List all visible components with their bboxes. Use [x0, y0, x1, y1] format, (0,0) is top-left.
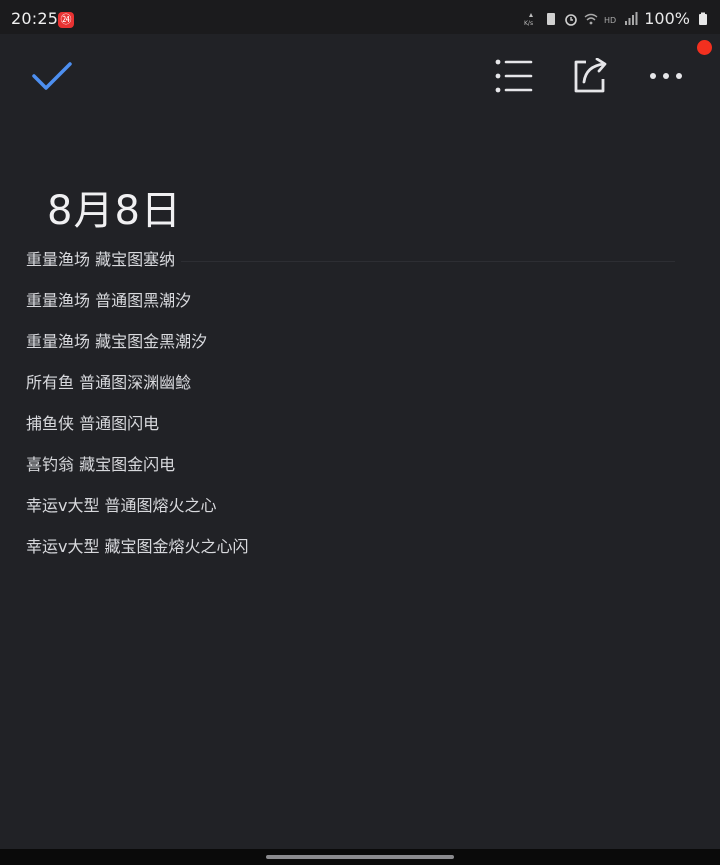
app-notification-badge: ㉔ — [58, 12, 74, 28]
note-line[interactable]: 幸运v大型 藏宝图金熔火之心闪 — [26, 533, 686, 574]
note-line[interactable]: 重量渔场 藏宝图金黑潮汐 — [26, 328, 686, 369]
hd-icon: HD — [604, 16, 616, 25]
battery-percent: 100% — [644, 9, 690, 28]
confirm-button[interactable] — [24, 48, 80, 104]
data-speed-icon: K/s — [524, 12, 533, 26]
checkmark-icon — [32, 62, 72, 90]
note-line[interactable]: 捕鱼侠 普通图闪电 — [26, 410, 686, 451]
note-line[interactable]: 重量渔场 普通图黑潮汐 — [26, 287, 686, 328]
status-bar: 20:25 ㉔ K/s HD 100% — [0, 0, 720, 34]
wifi-icon — [584, 13, 598, 24]
sim-icon — [547, 12, 556, 25]
share-button[interactable] — [564, 48, 616, 104]
note-line[interactable]: 幸运v大型 普通图熔火之心 — [26, 492, 686, 533]
status-icons: K/s HD 100% — [524, 9, 710, 28]
home-indicator[interactable] — [266, 855, 454, 859]
alarm-icon — [565, 13, 578, 26]
share-icon — [574, 58, 607, 93]
status-time: 20:25 — [11, 9, 59, 28]
more-icon — [650, 73, 682, 79]
notification-dot — [697, 40, 712, 55]
note-body[interactable]: 重量渔场 藏宝图塞纳 重量渔场 普通图黑潮汐 重量渔场 藏宝图金黑潮汐 所有鱼 … — [26, 246, 686, 574]
svg-text:HD: HD — [604, 16, 616, 25]
note-toolbar — [0, 34, 720, 116]
note-line[interactable]: 喜钓翁 藏宝图金闪电 — [26, 451, 686, 492]
checklist-button[interactable] — [488, 48, 540, 104]
note-line[interactable]: 所有鱼 普通图深渊幽鲶 — [26, 369, 686, 410]
more-options-button[interactable] — [640, 48, 692, 104]
note-title[interactable]: 8月8日 — [47, 178, 182, 236]
svg-text:K/s: K/s — [524, 20, 533, 26]
checklist-icon — [495, 59, 533, 93]
battery-icon — [699, 12, 707, 25]
signal-icon — [625, 11, 638, 25]
note-line[interactable]: 重量渔场 藏宝图塞纳 — [26, 246, 686, 287]
